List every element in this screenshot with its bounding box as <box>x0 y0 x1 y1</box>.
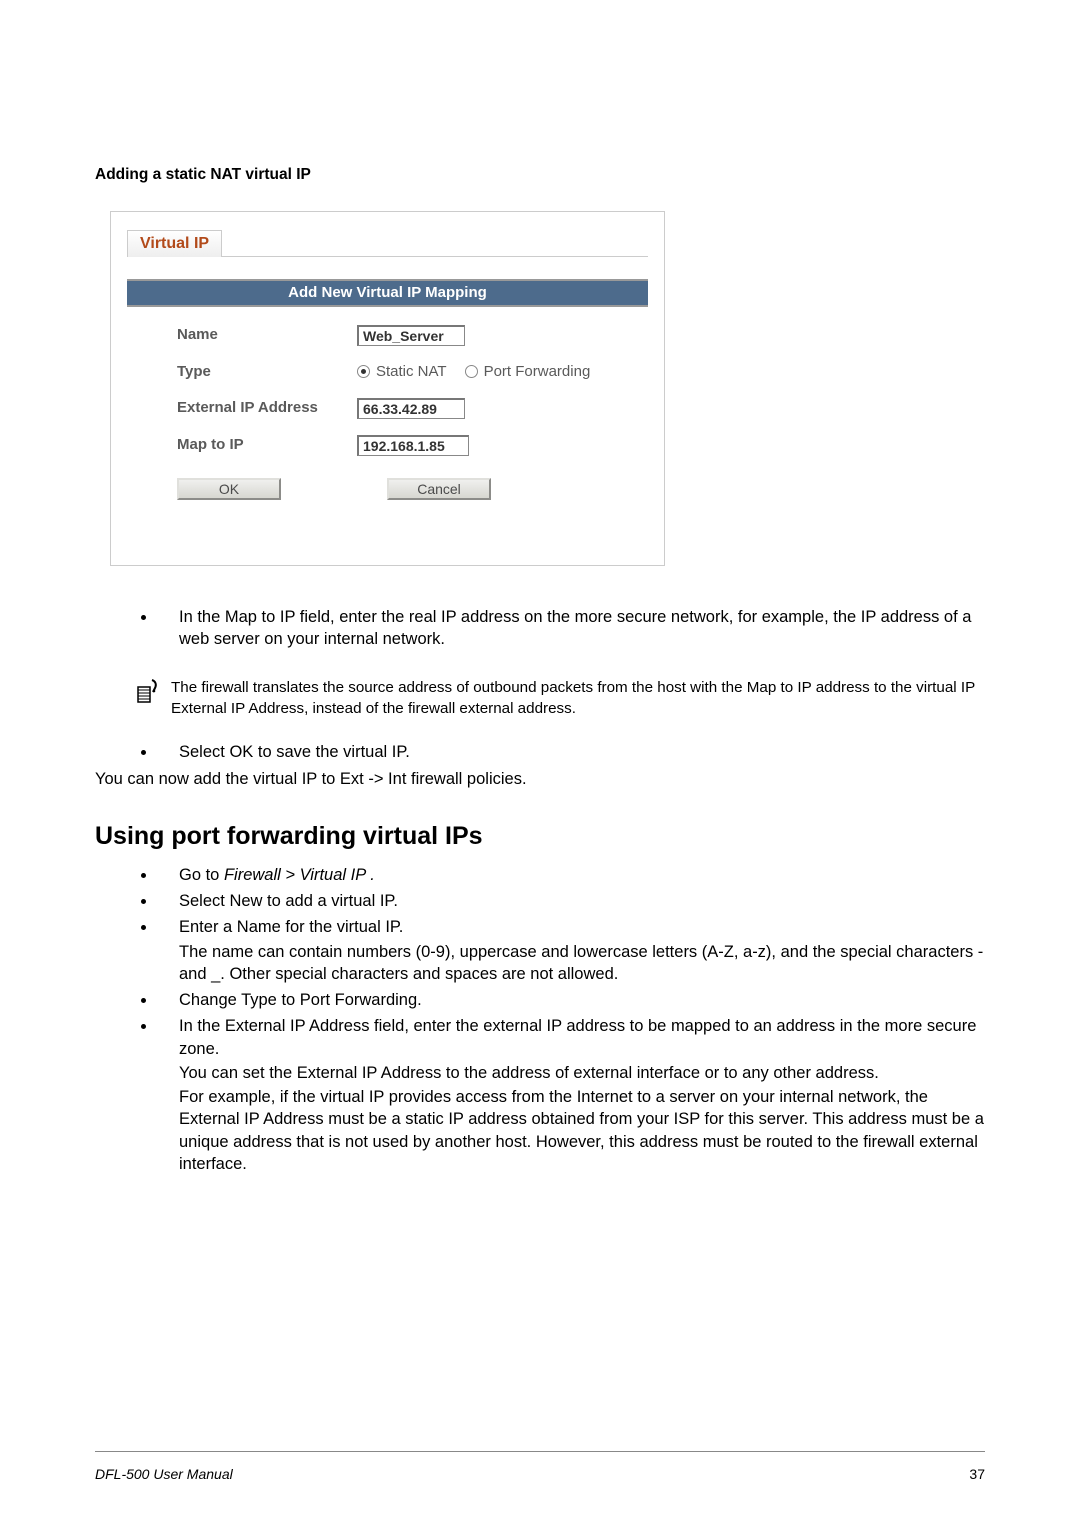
panel-header: Add New Virtual IP Mapping <box>127 281 648 307</box>
radio-icon <box>465 365 478 378</box>
note-hand-icon <box>133 678 159 708</box>
li-text: Select OK to save the virtual IP. <box>179 743 410 761</box>
li-sub: You can set the External IP Address to t… <box>179 1062 985 1084</box>
cancel-button[interactable]: Cancel <box>387 478 491 500</box>
paragraph: You can now add the virtual IP to Ext ->… <box>95 768 985 790</box>
label-name: Name <box>177 325 357 345</box>
list-2: Select OK to save the virtual IP. <box>95 741 985 763</box>
list-1: In the Map to IP field, enter the real I… <box>95 606 985 651</box>
radio-label-port-fwd: Port Forwarding <box>484 362 591 382</box>
list-item: Enter a Name for the virtual IP. The nam… <box>157 916 985 985</box>
list-item: In the External IP Address field, enter … <box>157 1015 985 1175</box>
screenshot-figure: Virtual IP Add New Virtual IP Mapping Na… <box>110 211 665 566</box>
list-item: Change Type to Port Forwarding. <box>157 989 985 1011</box>
li-text: Select New to add a virtual IP. <box>179 892 398 910</box>
tab-virtual-ip[interactable]: Virtual IP <box>127 230 222 257</box>
list-item: In the Map to IP field, enter the real I… <box>157 606 985 651</box>
nav-path: Firewall > Virtual IP . <box>224 866 375 884</box>
footer-rule <box>95 1451 985 1452</box>
list-item: Go to Firewall > Virtual IP . <box>157 864 985 886</box>
li-text: Go to <box>179 866 224 884</box>
map-ip-field[interactable] <box>357 435 469 456</box>
li-text: Change Type to Port Forwarding. <box>179 991 422 1009</box>
li-text: Enter a Name for the virtual IP. <box>179 918 403 936</box>
li-text: In the External IP Address field, enter … <box>179 1017 976 1057</box>
list-item: Select OK to save the virtual IP. <box>157 741 985 763</box>
label-map-ip: Map to IP <box>177 435 357 455</box>
radio-port-forwarding[interactable]: Port Forwarding <box>465 362 591 382</box>
name-field[interactable] <box>357 325 465 346</box>
li-sub: For example, if the virtual IP provides … <box>179 1086 985 1175</box>
figure-caption: Adding a static NAT virtual IP <box>95 165 985 186</box>
panel-body: Name Type Static NAT Port Forwarding Ext… <box>127 307 648 512</box>
section-heading: Using port forwarding virtual IPs <box>95 820 985 854</box>
list-3: Go to Firewall > Virtual IP . Select New… <box>95 864 985 1175</box>
row-ext-ip: External IP Address <box>177 398 618 419</box>
li-text: In the Map to IP field, enter the real I… <box>179 608 971 648</box>
li-sub: The name can contain numbers (0-9), uppe… <box>179 941 985 986</box>
row-type: Type Static NAT Port Forwarding <box>177 362 618 382</box>
radio-static-nat[interactable]: Static NAT <box>357 362 447 382</box>
page-number: 37 <box>969 1465 985 1484</box>
page-footer: DFL-500 User Manual 37 <box>95 1465 985 1484</box>
row-name: Name <box>177 325 618 346</box>
label-type: Type <box>177 362 357 382</box>
radio-icon <box>357 365 370 378</box>
radio-label-static-nat: Static NAT <box>376 362 447 382</box>
manual-title: DFL-500 User Manual <box>95 1465 233 1484</box>
panel: Add New Virtual IP Mapping Name Type Sta… <box>127 279 648 513</box>
ok-button[interactable]: OK <box>177 478 281 500</box>
button-row: OK Cancel <box>177 478 618 500</box>
note: The firewall translates the source addre… <box>133 678 985 719</box>
list-item: Select New to add a virtual IP. <box>157 890 985 912</box>
external-ip-field[interactable] <box>357 398 465 419</box>
row-map-ip: Map to IP <box>177 435 618 456</box>
label-ext-ip: External IP Address <box>177 398 357 418</box>
note-text: The firewall translates the source addre… <box>171 678 985 719</box>
